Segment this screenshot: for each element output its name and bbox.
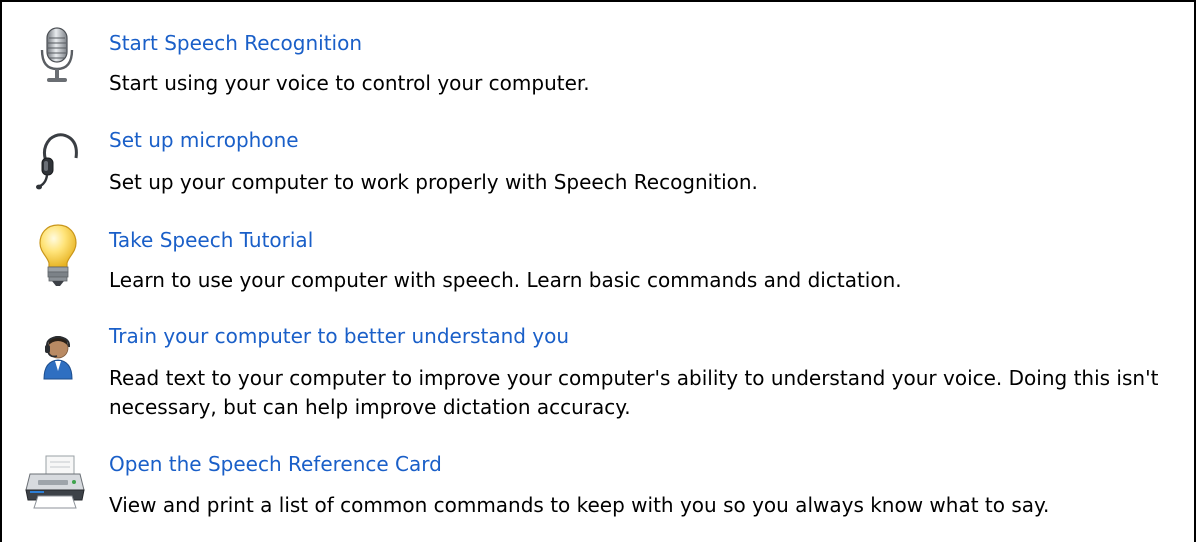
train-computer-link[interactable]: Train your computer to better understand… [109, 324, 569, 348]
lightbulb-icon[interactable] [38, 223, 78, 289]
microphone-icon[interactable] [37, 26, 77, 88]
printer-icon[interactable] [24, 454, 86, 510]
set-up-microphone-description: Set up your computer to work properly wi… [109, 170, 758, 194]
speech-recognition-panel: Start Speech Recognition Start using you… [0, 0, 1196, 542]
start-speech-recognition-link[interactable]: Start Speech Recognition [109, 31, 362, 55]
take-speech-tutorial-description: Learn to use your computer with speech. … [109, 268, 902, 292]
start-speech-recognition-description: Start using your voice to control your c… [109, 71, 590, 95]
user-training-icon[interactable] [40, 331, 76, 381]
open-reference-card-description: View and print a list of common commands… [109, 493, 1050, 517]
headset-icon[interactable] [36, 130, 82, 190]
open-reference-card-link[interactable]: Open the Speech Reference Card [109, 452, 442, 476]
take-speech-tutorial-link[interactable]: Take Speech Tutorial [109, 228, 313, 252]
set-up-microphone-link[interactable]: Set up microphone [109, 128, 299, 152]
train-computer-description: Read text to your computer to improve yo… [109, 366, 1159, 419]
